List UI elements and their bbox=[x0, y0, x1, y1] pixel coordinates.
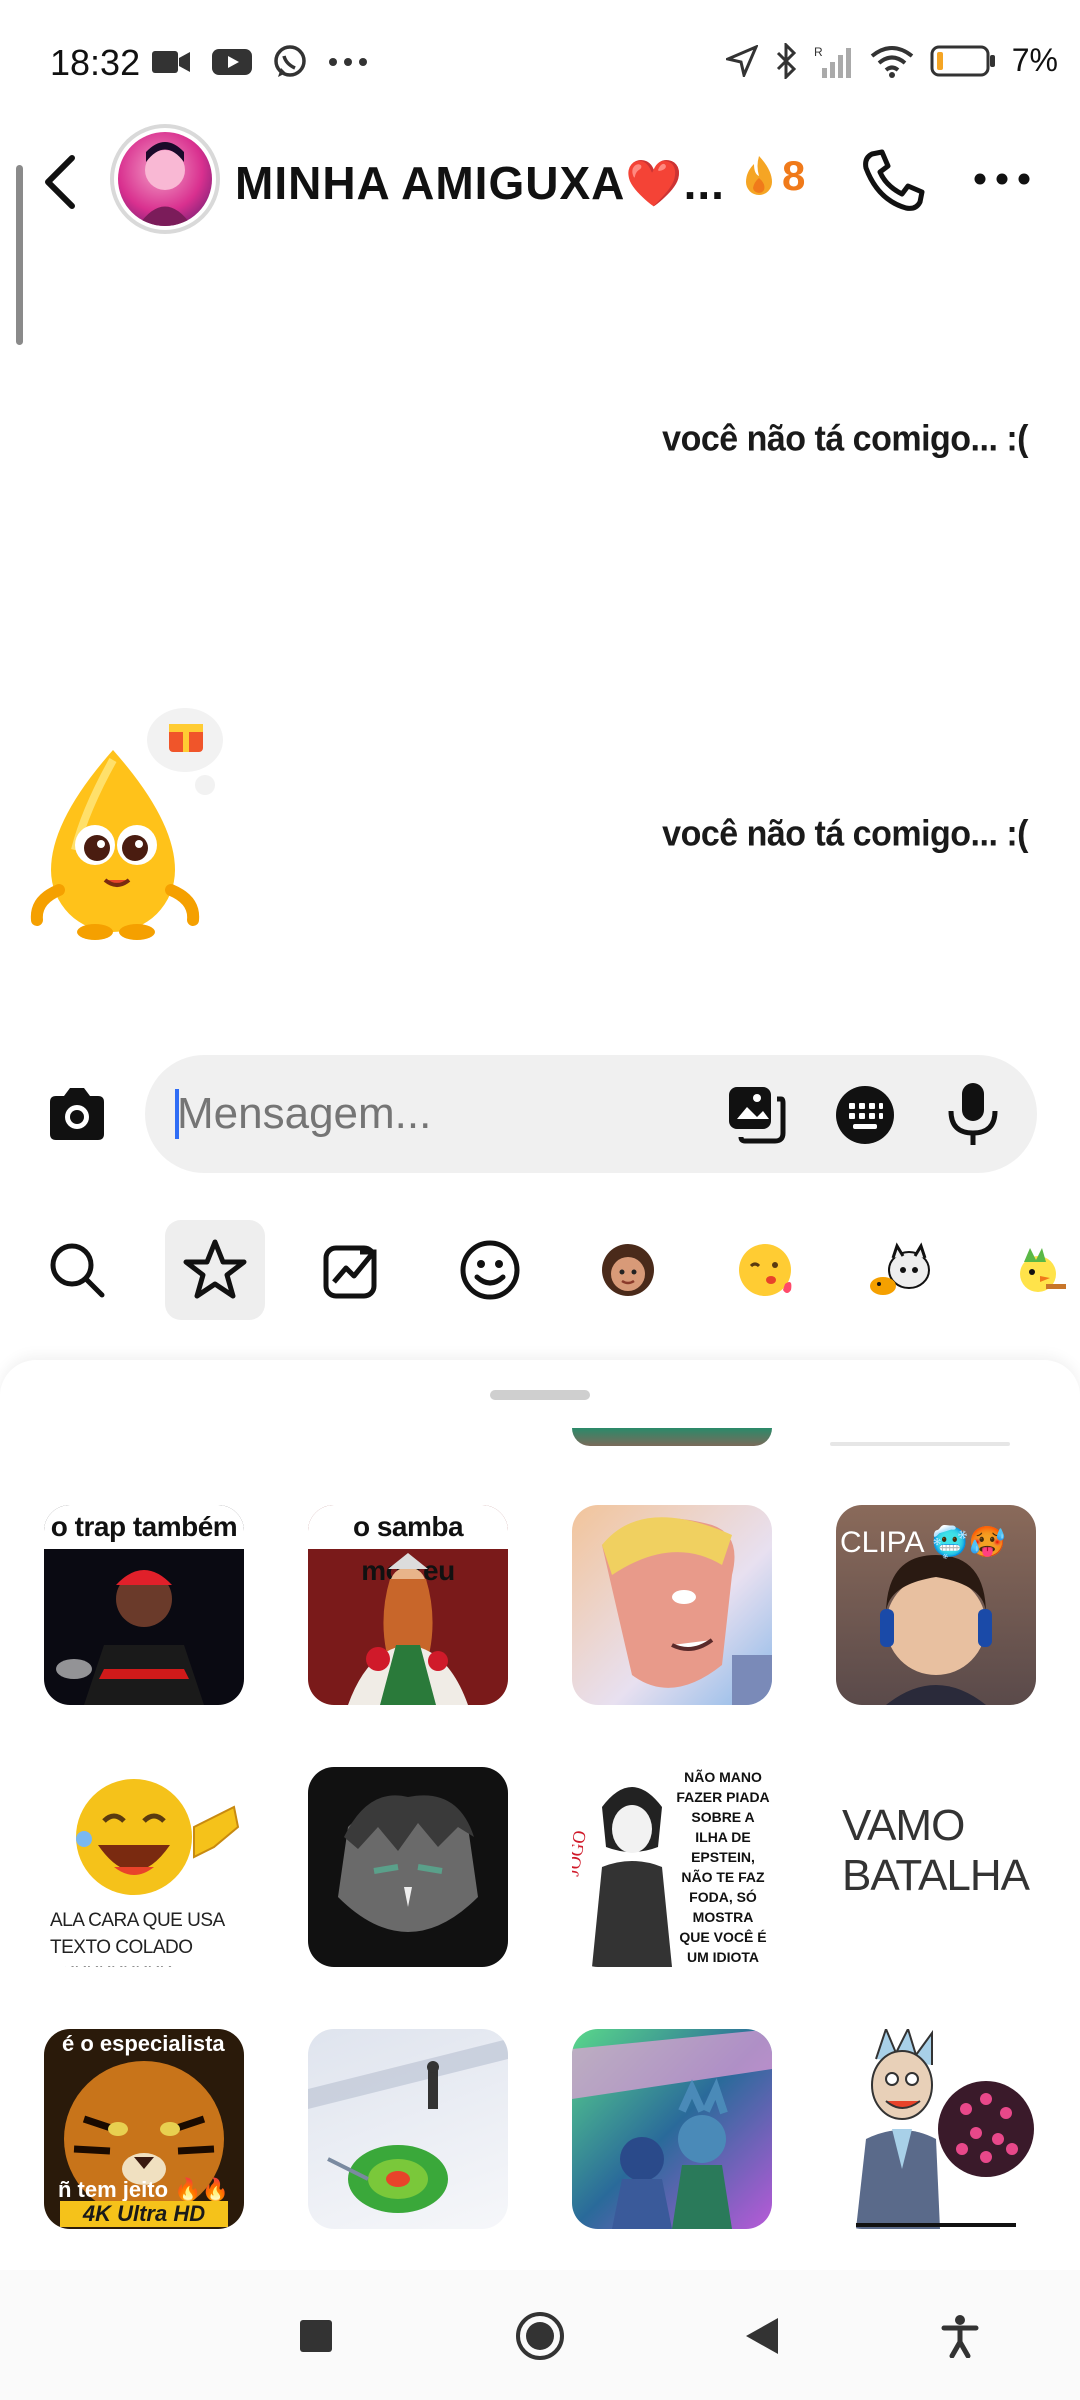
mascot-sticker[interactable] bbox=[25, 700, 245, 940]
favorites-star-icon bbox=[183, 1239, 247, 1299]
avatar-sticker bbox=[602, 1244, 654, 1296]
sticker-tab-bar bbox=[0, 1215, 1080, 1325]
bird-sticker bbox=[1020, 1248, 1066, 1292]
back-button[interactable] bbox=[734, 2308, 790, 2364]
tab-favorites[interactable] bbox=[165, 1220, 265, 1320]
trending-icon bbox=[323, 1245, 377, 1299]
phone-icon[interactable] bbox=[858, 146, 928, 216]
avatar[interactable] bbox=[110, 124, 220, 234]
system-nav-bar bbox=[0, 2270, 1080, 2400]
sticker-keyboard-icon[interactable] bbox=[835, 1085, 895, 1145]
tab-mascot-sticker[interactable] bbox=[852, 1220, 952, 1320]
sticker-caption: o trap também bbox=[44, 1505, 244, 1549]
back-triangle-icon bbox=[746, 2318, 778, 2354]
search-icon bbox=[50, 1243, 105, 1298]
video-camera-icon bbox=[152, 51, 190, 73]
streak-badge: 8 bbox=[742, 152, 805, 200]
fire-icon bbox=[746, 156, 772, 195]
message-input-container[interactable] bbox=[145, 1055, 1037, 1173]
accessibility-icon bbox=[941, 2315, 979, 2358]
signal-icon: R bbox=[814, 45, 851, 78]
sticker-caption: CLIPA 🥶🥵 bbox=[840, 1526, 1006, 1559]
sticker-caption: é o especialista bbox=[62, 2031, 225, 2056]
tab-bird-sticker[interactable] bbox=[990, 1220, 1080, 1320]
whatsapp-icon bbox=[274, 45, 306, 77]
sticker-rick[interactable] bbox=[836, 2029, 1036, 2229]
message-sticker-text[interactable]: você não tá comigo... :( bbox=[662, 419, 1028, 460]
svg-text:JOGO: JOGO bbox=[572, 1829, 590, 1878]
streak-count: 8 bbox=[782, 152, 806, 199]
mascot-sticker-tab bbox=[870, 1242, 930, 1295]
tab-search[interactable] bbox=[27, 1220, 127, 1320]
sticker-laugh-emoji[interactable]: ALA CARA QUE USA TEXTO COLADO KKKKKKKKKK bbox=[44, 1767, 244, 1967]
status-time: 18:32 bbox=[50, 42, 141, 83]
battery-icon bbox=[930, 45, 995, 76]
kiss-emoji-sticker bbox=[739, 1244, 792, 1296]
sticker-anime[interactable] bbox=[572, 1505, 772, 1705]
home-circle-icon bbox=[516, 2312, 564, 2360]
sticker-manga-text[interactable]: JOGO NÃO MANO FAZER PIADA SOBRE A ILHA D… bbox=[572, 1767, 772, 1967]
sticker-glitch[interactable] bbox=[572, 2029, 772, 2229]
home-button[interactable] bbox=[512, 2308, 568, 2364]
sticker-caption: ALA CARA QUE USA TEXTO COLADO KKKKKKKKKK bbox=[50, 1910, 224, 1967]
tab-trending[interactable] bbox=[302, 1220, 402, 1320]
youtube-icon bbox=[212, 49, 252, 75]
emoji-icon bbox=[460, 1240, 520, 1300]
tab-kiss-emoji[interactable] bbox=[715, 1220, 815, 1320]
back-arrow-icon[interactable] bbox=[40, 152, 80, 212]
sticker-peek bbox=[830, 1442, 1010, 1446]
recents-button[interactable] bbox=[288, 2308, 344, 2364]
sticker-samba[interactable]: o samba morreu bbox=[308, 1505, 508, 1705]
notification-icons bbox=[152, 44, 368, 80]
chat-title[interactable]: MINHA AMIGUXA❤️... bbox=[235, 156, 725, 211]
avatar-image bbox=[118, 132, 212, 226]
tab-avatar-sticker[interactable] bbox=[578, 1220, 678, 1320]
sticker-trap[interactable]: o trap também bbox=[44, 1505, 244, 1705]
microphone-icon[interactable] bbox=[945, 1081, 1001, 1147]
sticker-caption: NÃO MANO FAZER PIADA SOBRE A ILHA DE EPS… bbox=[676, 1769, 770, 1965]
sheet-drag-handle[interactable] bbox=[490, 1390, 590, 1400]
recents-square-icon bbox=[300, 2320, 332, 2352]
bluetooth-icon bbox=[776, 42, 796, 79]
sticker-vamo-batalha[interactable]: VAMO BATALHA bbox=[836, 1767, 1036, 1967]
message-input[interactable] bbox=[177, 1089, 677, 1139]
location-icon bbox=[725, 44, 758, 77]
more-options-icon[interactable] bbox=[972, 164, 1032, 194]
sticker-caption: ñ tem jeito 🔥🔥 bbox=[58, 2177, 229, 2202]
system-icons: R 7% bbox=[725, 42, 1058, 79]
camera-icon[interactable] bbox=[44, 1082, 110, 1148]
sticker-snow-game[interactable] bbox=[308, 2029, 508, 2229]
message-composer bbox=[0, 1050, 1080, 1180]
svg-text:R: R bbox=[814, 45, 823, 59]
gallery-icon[interactable] bbox=[725, 1083, 787, 1145]
scroll-indicator[interactable] bbox=[16, 165, 23, 345]
sticker-caption: 4K Ultra HD bbox=[60, 2201, 228, 2227]
accessibility-button[interactable] bbox=[932, 2308, 988, 2364]
tab-emoji[interactable] bbox=[440, 1220, 540, 1320]
sticker-dark-anime[interactable] bbox=[308, 1767, 508, 1967]
more-dots-icon bbox=[329, 58, 367, 66]
sticker-sheet: o trap também o samba morreu CLIPA 🥶🥵 AL… bbox=[0, 1360, 1080, 2270]
wifi-icon bbox=[870, 45, 913, 78]
status-bar: 18:32 R 7% bbox=[0, 0, 1080, 110]
sticker-caption: o samba morreu bbox=[308, 1505, 508, 1586]
sticker-caption: VAMO BATALHA bbox=[842, 1801, 1030, 1900]
sticker-peek bbox=[572, 1428, 772, 1446]
chat-header: MINHA AMIGUXA❤️... 8 bbox=[0, 110, 1080, 250]
sticker-clipa[interactable]: CLIPA 🥶🥵 bbox=[836, 1505, 1036, 1705]
message-sticker-text[interactable]: você não tá comigo... :( bbox=[662, 814, 1028, 855]
sticker-tiger[interactable]: é o especialista ñ tem jeito 🔥🔥 4K Ultra… bbox=[44, 2029, 244, 2229]
battery-percent: 7% bbox=[1011, 42, 1058, 78]
